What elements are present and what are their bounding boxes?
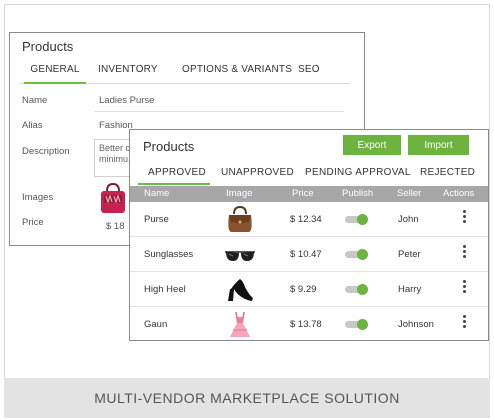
product-price: $ 13.78 <box>290 319 322 330</box>
seller-name: John <box>398 214 419 225</box>
price-label: Price <box>22 217 44 228</box>
divider <box>94 111 344 112</box>
name-label: Name <box>22 95 48 106</box>
table-row[interactable]: Purse $ 12.34 John <box>130 202 488 237</box>
publish-toggle[interactable] <box>345 249 368 260</box>
table-row[interactable]: Gaun $ 13.78 Johnson <box>130 307 488 342</box>
tab-pending-approval[interactable]: PENDING APPROVAL <box>305 167 411 185</box>
product-name: Sunglasses <box>144 249 194 260</box>
seller-name: Harry <box>398 284 422 295</box>
name-field[interactable]: Ladies Purse <box>99 95 154 106</box>
product-price: $ 12.34 <box>290 214 322 225</box>
description-label: Description <box>22 146 70 157</box>
caption-banner: MULTI-VENDOR MARKETPLACE SOLUTION <box>4 378 490 418</box>
publish-toggle[interactable] <box>345 284 368 295</box>
table-row[interactable]: High Heel $ 9.29 Harry <box>130 272 488 307</box>
edit-tabs: GENERAL INVENTORY OPTIONS & VARIANTS SEO <box>20 64 350 84</box>
tab-inventory[interactable]: INVENTORY <box>98 64 158 84</box>
more-actions-icon[interactable] <box>463 280 467 296</box>
panel-title: Products <box>143 139 195 154</box>
export-button[interactable]: Export <box>343 135 401 155</box>
publish-toggle[interactable] <box>345 214 368 225</box>
sunglasses-icon <box>225 251 255 261</box>
tab-options-variants[interactable]: OPTIONS & VARIANTS <box>182 64 292 84</box>
column-header-actions[interactable]: Actions <box>443 188 474 199</box>
seller-name: Peter <box>398 249 421 260</box>
alias-label: Alias <box>22 120 43 131</box>
product-name: Gaun <box>144 319 168 330</box>
tab-general[interactable]: GENERAL <box>24 64 86 84</box>
table-row[interactable]: Sunglasses $ 10.47 Peter <box>130 237 488 272</box>
more-actions-icon[interactable] <box>463 245 467 261</box>
import-button[interactable]: Import <box>408 135 469 155</box>
tab-unapproved[interactable]: UNAPPROVED <box>221 167 294 185</box>
caption-text: MULTI-VENDOR MARKETPLACE SOLUTION <box>94 390 400 406</box>
more-actions-icon[interactable] <box>463 315 467 331</box>
product-name: High Heel <box>144 284 186 295</box>
high-heel-icon <box>228 279 253 302</box>
product-name: Purse <box>144 214 169 225</box>
alias-field[interactable]: Fashion <box>99 120 133 131</box>
products-table-panel: Products Export Import APPROVED UNAPPROV… <box>129 129 489 341</box>
product-price: $ 9.29 <box>290 284 317 295</box>
panel-title: Products <box>22 39 74 54</box>
tab-seo[interactable]: SEO <box>298 64 320 84</box>
tab-rejected[interactable]: REJECTED <box>420 167 475 185</box>
price-field[interactable]: $ 18 <box>106 221 125 232</box>
product-price: $ 10.47 <box>290 249 322 260</box>
column-header-publish[interactable]: Publish <box>342 188 373 199</box>
seller-name: Johnson <box>398 319 434 330</box>
status-tabs: APPROVED UNAPPROVED PENDING APPROVAL REJ… <box>138 164 484 186</box>
table-header: Name Image Price Publish Seller Actions <box>130 186 488 202</box>
bag-thumbnail-icon[interactable] <box>98 183 128 215</box>
images-label: Images <box>22 192 54 203</box>
more-actions-icon[interactable] <box>463 210 467 226</box>
column-header-image[interactable]: Image <box>226 188 252 199</box>
column-header-name[interactable]: Name <box>144 188 169 199</box>
column-header-seller[interactable]: Seller <box>397 188 421 199</box>
gown-icon <box>230 311 250 337</box>
column-header-price[interactable]: Price <box>292 188 314 199</box>
purse-icon <box>228 205 252 232</box>
tab-approved[interactable]: APPROVED <box>138 167 210 185</box>
publish-toggle[interactable] <box>345 319 368 330</box>
